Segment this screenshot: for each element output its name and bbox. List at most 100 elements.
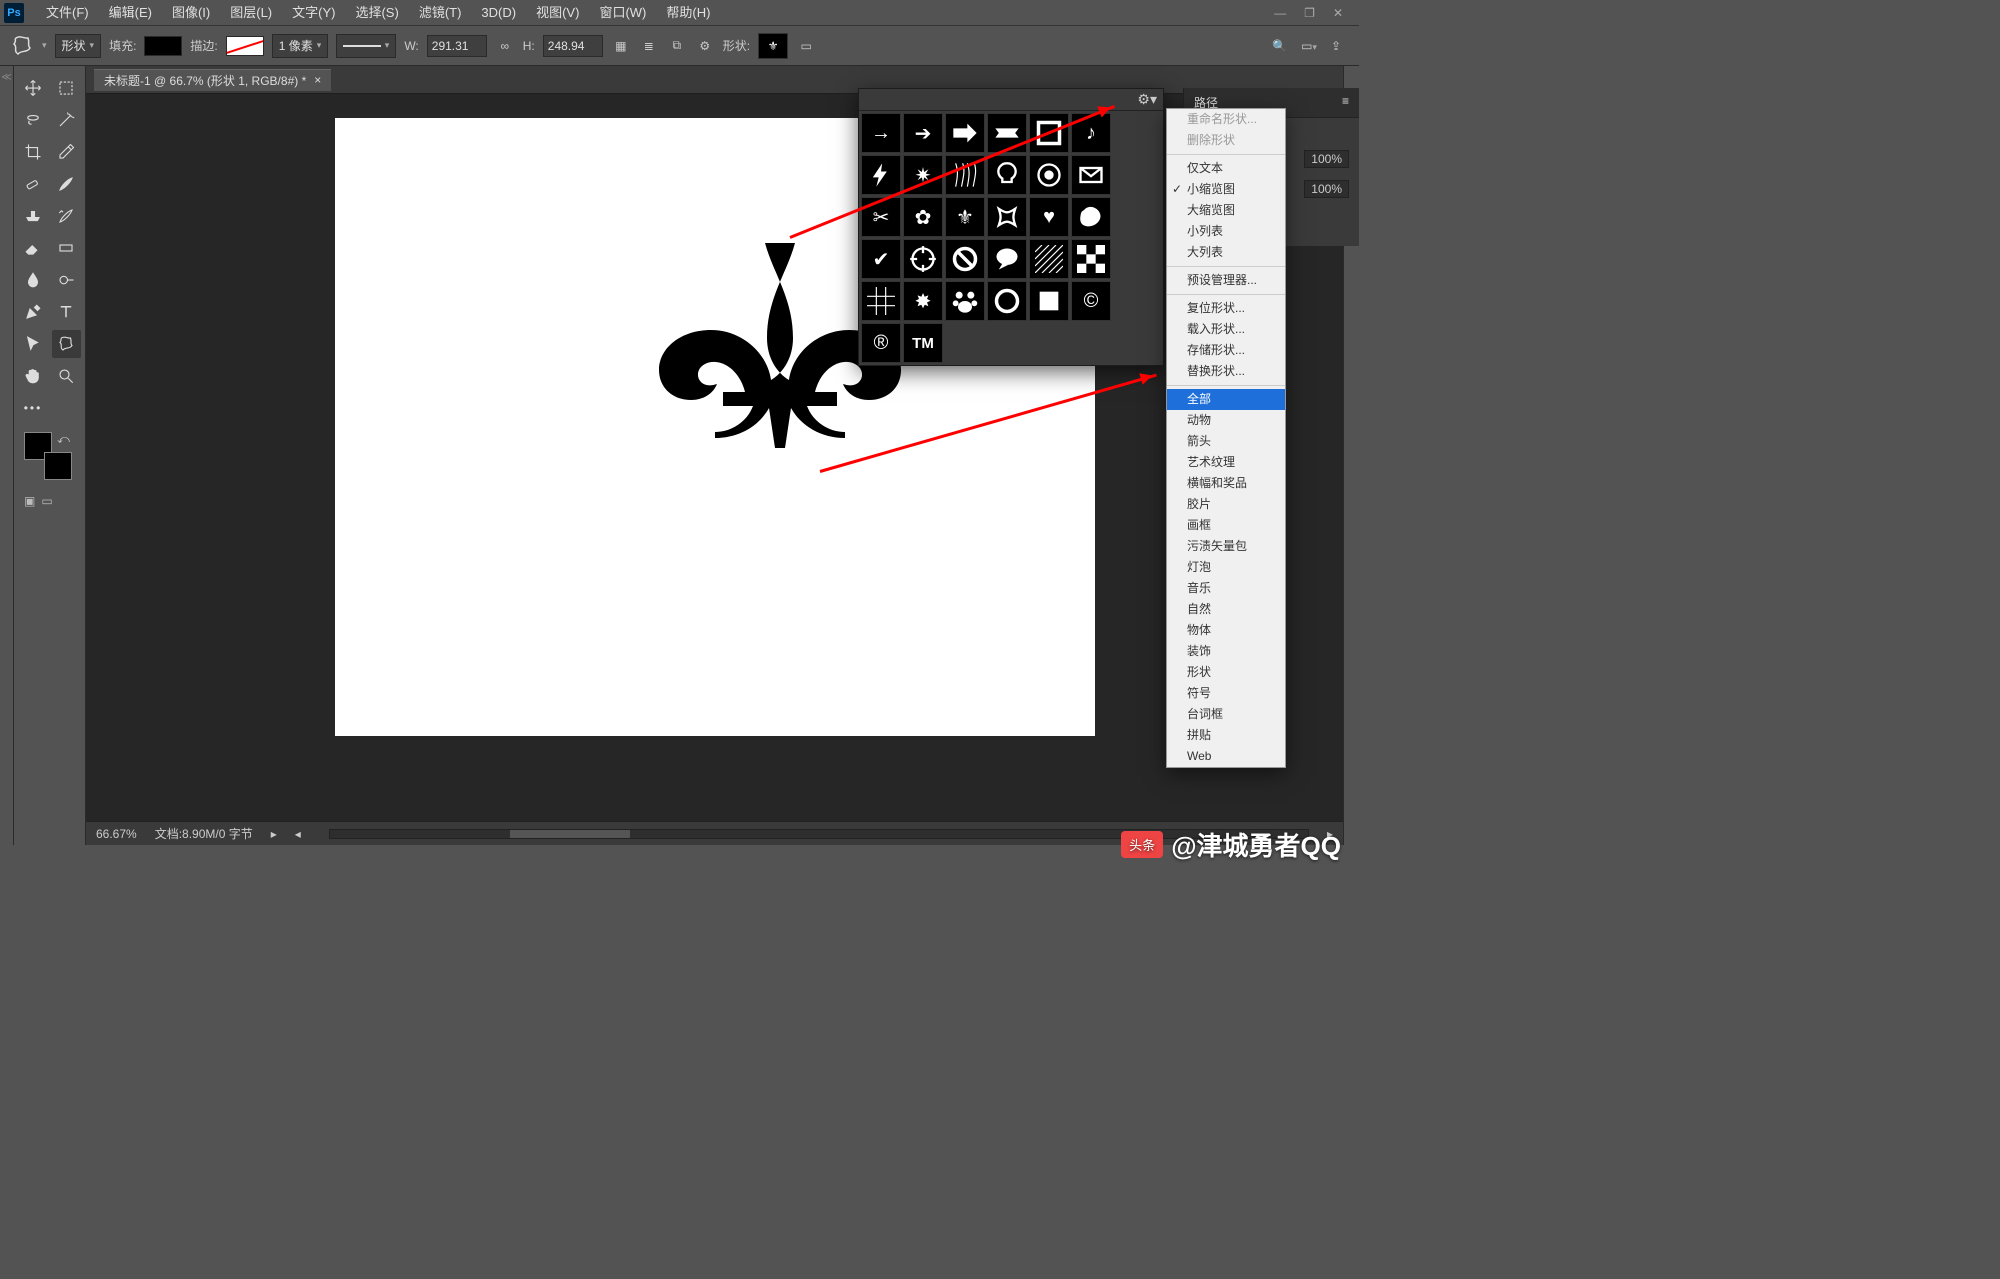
background-color[interactable]: [44, 452, 72, 480]
shape-bulb[interactable]: [987, 155, 1027, 195]
menu-filter[interactable]: 滤镜(T): [409, 0, 472, 26]
brush-tool[interactable]: [52, 170, 82, 198]
shape-mail[interactable]: [1071, 155, 1111, 195]
tool-mode-select[interactable]: 形状▾: [55, 34, 102, 58]
ctx-music[interactable]: 音乐: [1167, 578, 1285, 599]
shape-speech[interactable]: [987, 239, 1027, 279]
fill-value[interactable]: 100%: [1304, 180, 1349, 198]
ctx-large-list[interactable]: 大列表: [1167, 242, 1285, 263]
shape-checker[interactable]: [1071, 239, 1111, 279]
ctx-talk[interactable]: 台词框: [1167, 704, 1285, 725]
shape-bolt[interactable]: [861, 155, 901, 195]
shape-heart[interactable]: ♥: [1029, 197, 1069, 237]
blur-tool[interactable]: [18, 266, 48, 294]
shape-blob[interactable]: [1071, 197, 1111, 237]
ctx-frames[interactable]: 画框: [1167, 515, 1285, 536]
shape-tm[interactable]: TM: [903, 323, 943, 363]
ctx-load[interactable]: 载入形状...: [1167, 319, 1285, 340]
ctx-all[interactable]: 全部: [1167, 389, 1285, 410]
shape-target[interactable]: [1029, 155, 1069, 195]
ctx-objects[interactable]: 物体: [1167, 620, 1285, 641]
menu-file[interactable]: 文件(F): [36, 0, 99, 26]
ctx-banners[interactable]: 横幅和奖品: [1167, 473, 1285, 494]
menu-help[interactable]: 帮助(H): [656, 0, 720, 26]
menu-type[interactable]: 文字(Y): [282, 0, 345, 26]
crop-tool[interactable]: [18, 138, 48, 166]
link-wh-icon[interactable]: ∞: [495, 36, 515, 56]
marquee-tool[interactable]: [52, 74, 82, 102]
shape-ribbon[interactable]: [987, 197, 1027, 237]
shape-no[interactable]: [945, 239, 985, 279]
width-input[interactable]: [427, 35, 487, 57]
window-minimize-icon[interactable]: —: [1274, 6, 1286, 20]
ctx-small-thumb[interactable]: 小缩览图: [1167, 179, 1285, 200]
shape-hatch[interactable]: [1029, 239, 1069, 279]
shape-copyright[interactable]: ©: [1071, 281, 1111, 321]
ctx-symbols[interactable]: 符号: [1167, 683, 1285, 704]
ctx-large-thumb[interactable]: 大缩览图: [1167, 200, 1285, 221]
shape-fleur[interactable]: ⚜: [945, 197, 985, 237]
ctx-nature[interactable]: 自然: [1167, 599, 1285, 620]
zoom-level[interactable]: 66.67%: [96, 827, 137, 841]
ctx-small-list[interactable]: 小列表: [1167, 221, 1285, 242]
swap-colors-icon[interactable]: ⤺: [57, 432, 70, 447]
search-icon[interactable]: 🔍: [1272, 39, 1287, 53]
shape-check[interactable]: ✔: [861, 239, 901, 279]
stroke-style-select[interactable]: ▾: [336, 34, 396, 58]
gradient-tool[interactable]: [52, 234, 82, 262]
ctx-save[interactable]: 存储形状...: [1167, 340, 1285, 361]
hand-tool[interactable]: [18, 362, 48, 390]
pathop-combine-icon[interactable]: ▦: [611, 36, 631, 56]
shape-arrow2[interactable]: ➔: [903, 113, 943, 153]
shape-circle[interactable]: [987, 281, 1027, 321]
shape-crosshair[interactable]: [903, 239, 943, 279]
healing-brush-tool[interactable]: [18, 170, 48, 198]
tool-preset-dropdown[interactable]: ▾: [42, 40, 47, 51]
screen-mode-icon[interactable]: ▭▾: [1301, 39, 1317, 53]
ctx-text-only[interactable]: 仅文本: [1167, 158, 1285, 179]
custom-shape-tool[interactable]: [52, 330, 82, 358]
ctx-arrows[interactable]: 箭头: [1167, 431, 1285, 452]
shape-starburst[interactable]: ✸: [903, 281, 943, 321]
ctx-reset[interactable]: 复位形状...: [1167, 298, 1285, 319]
ctx-animals[interactable]: 动物: [1167, 410, 1285, 431]
quickmask-mode-icon[interactable]: ▭: [41, 494, 52, 508]
stroke-width-select[interactable]: 1 像素▾: [272, 34, 329, 58]
scroll-left-icon[interactable]: ◂: [295, 827, 301, 841]
dodge-tool[interactable]: [52, 266, 82, 294]
menu-layer[interactable]: 图层(L): [220, 0, 282, 26]
eyedropper-tool[interactable]: [52, 138, 82, 166]
ctx-film[interactable]: 胶片: [1167, 494, 1285, 515]
shape-grid[interactable]: [861, 281, 901, 321]
menu-edit[interactable]: 编辑(E): [99, 0, 162, 26]
menu-view[interactable]: 视图(V): [526, 0, 589, 26]
history-brush-tool[interactable]: [52, 202, 82, 230]
menu-image[interactable]: 图像(I): [162, 0, 220, 26]
window-maximize-icon[interactable]: ❐: [1304, 6, 1315, 20]
color-swatches[interactable]: ⤺: [24, 432, 72, 480]
shape-scissors[interactable]: ✂: [861, 197, 901, 237]
move-tool[interactable]: [18, 74, 48, 102]
document-tab-close-icon[interactable]: ×: [314, 73, 321, 87]
shape-paw[interactable]: [945, 281, 985, 321]
share-icon[interactable]: ⇪: [1331, 39, 1341, 53]
fill-swatch[interactable]: [144, 36, 182, 56]
clone-stamp-tool[interactable]: [18, 202, 48, 230]
height-input[interactable]: [543, 35, 603, 57]
shape-preview[interactable]: ⚜: [758, 33, 788, 59]
status-arrow-icon[interactable]: ▸: [271, 827, 277, 841]
ctx-web[interactable]: Web: [1167, 746, 1285, 767]
magic-wand-tool[interactable]: [52, 106, 82, 134]
align-icon[interactable]: ≣: [639, 36, 659, 56]
shape-flower[interactable]: ✿: [903, 197, 943, 237]
lasso-tool[interactable]: [18, 106, 48, 134]
shape-arrow1[interactable]: →: [861, 113, 901, 153]
shape-square[interactable]: [1029, 281, 1069, 321]
ctx-art[interactable]: 艺术纹理: [1167, 452, 1285, 473]
path-selection-tool[interactable]: [18, 330, 48, 358]
window-close-icon[interactable]: ✕: [1333, 6, 1343, 20]
shapes-gear-icon[interactable]: ⚙▾: [1137, 91, 1157, 108]
ctx-ornaments[interactable]: 装饰: [1167, 641, 1285, 662]
type-tool[interactable]: [52, 298, 82, 326]
panel-menu-icon[interactable]: ≡: [1342, 94, 1349, 111]
